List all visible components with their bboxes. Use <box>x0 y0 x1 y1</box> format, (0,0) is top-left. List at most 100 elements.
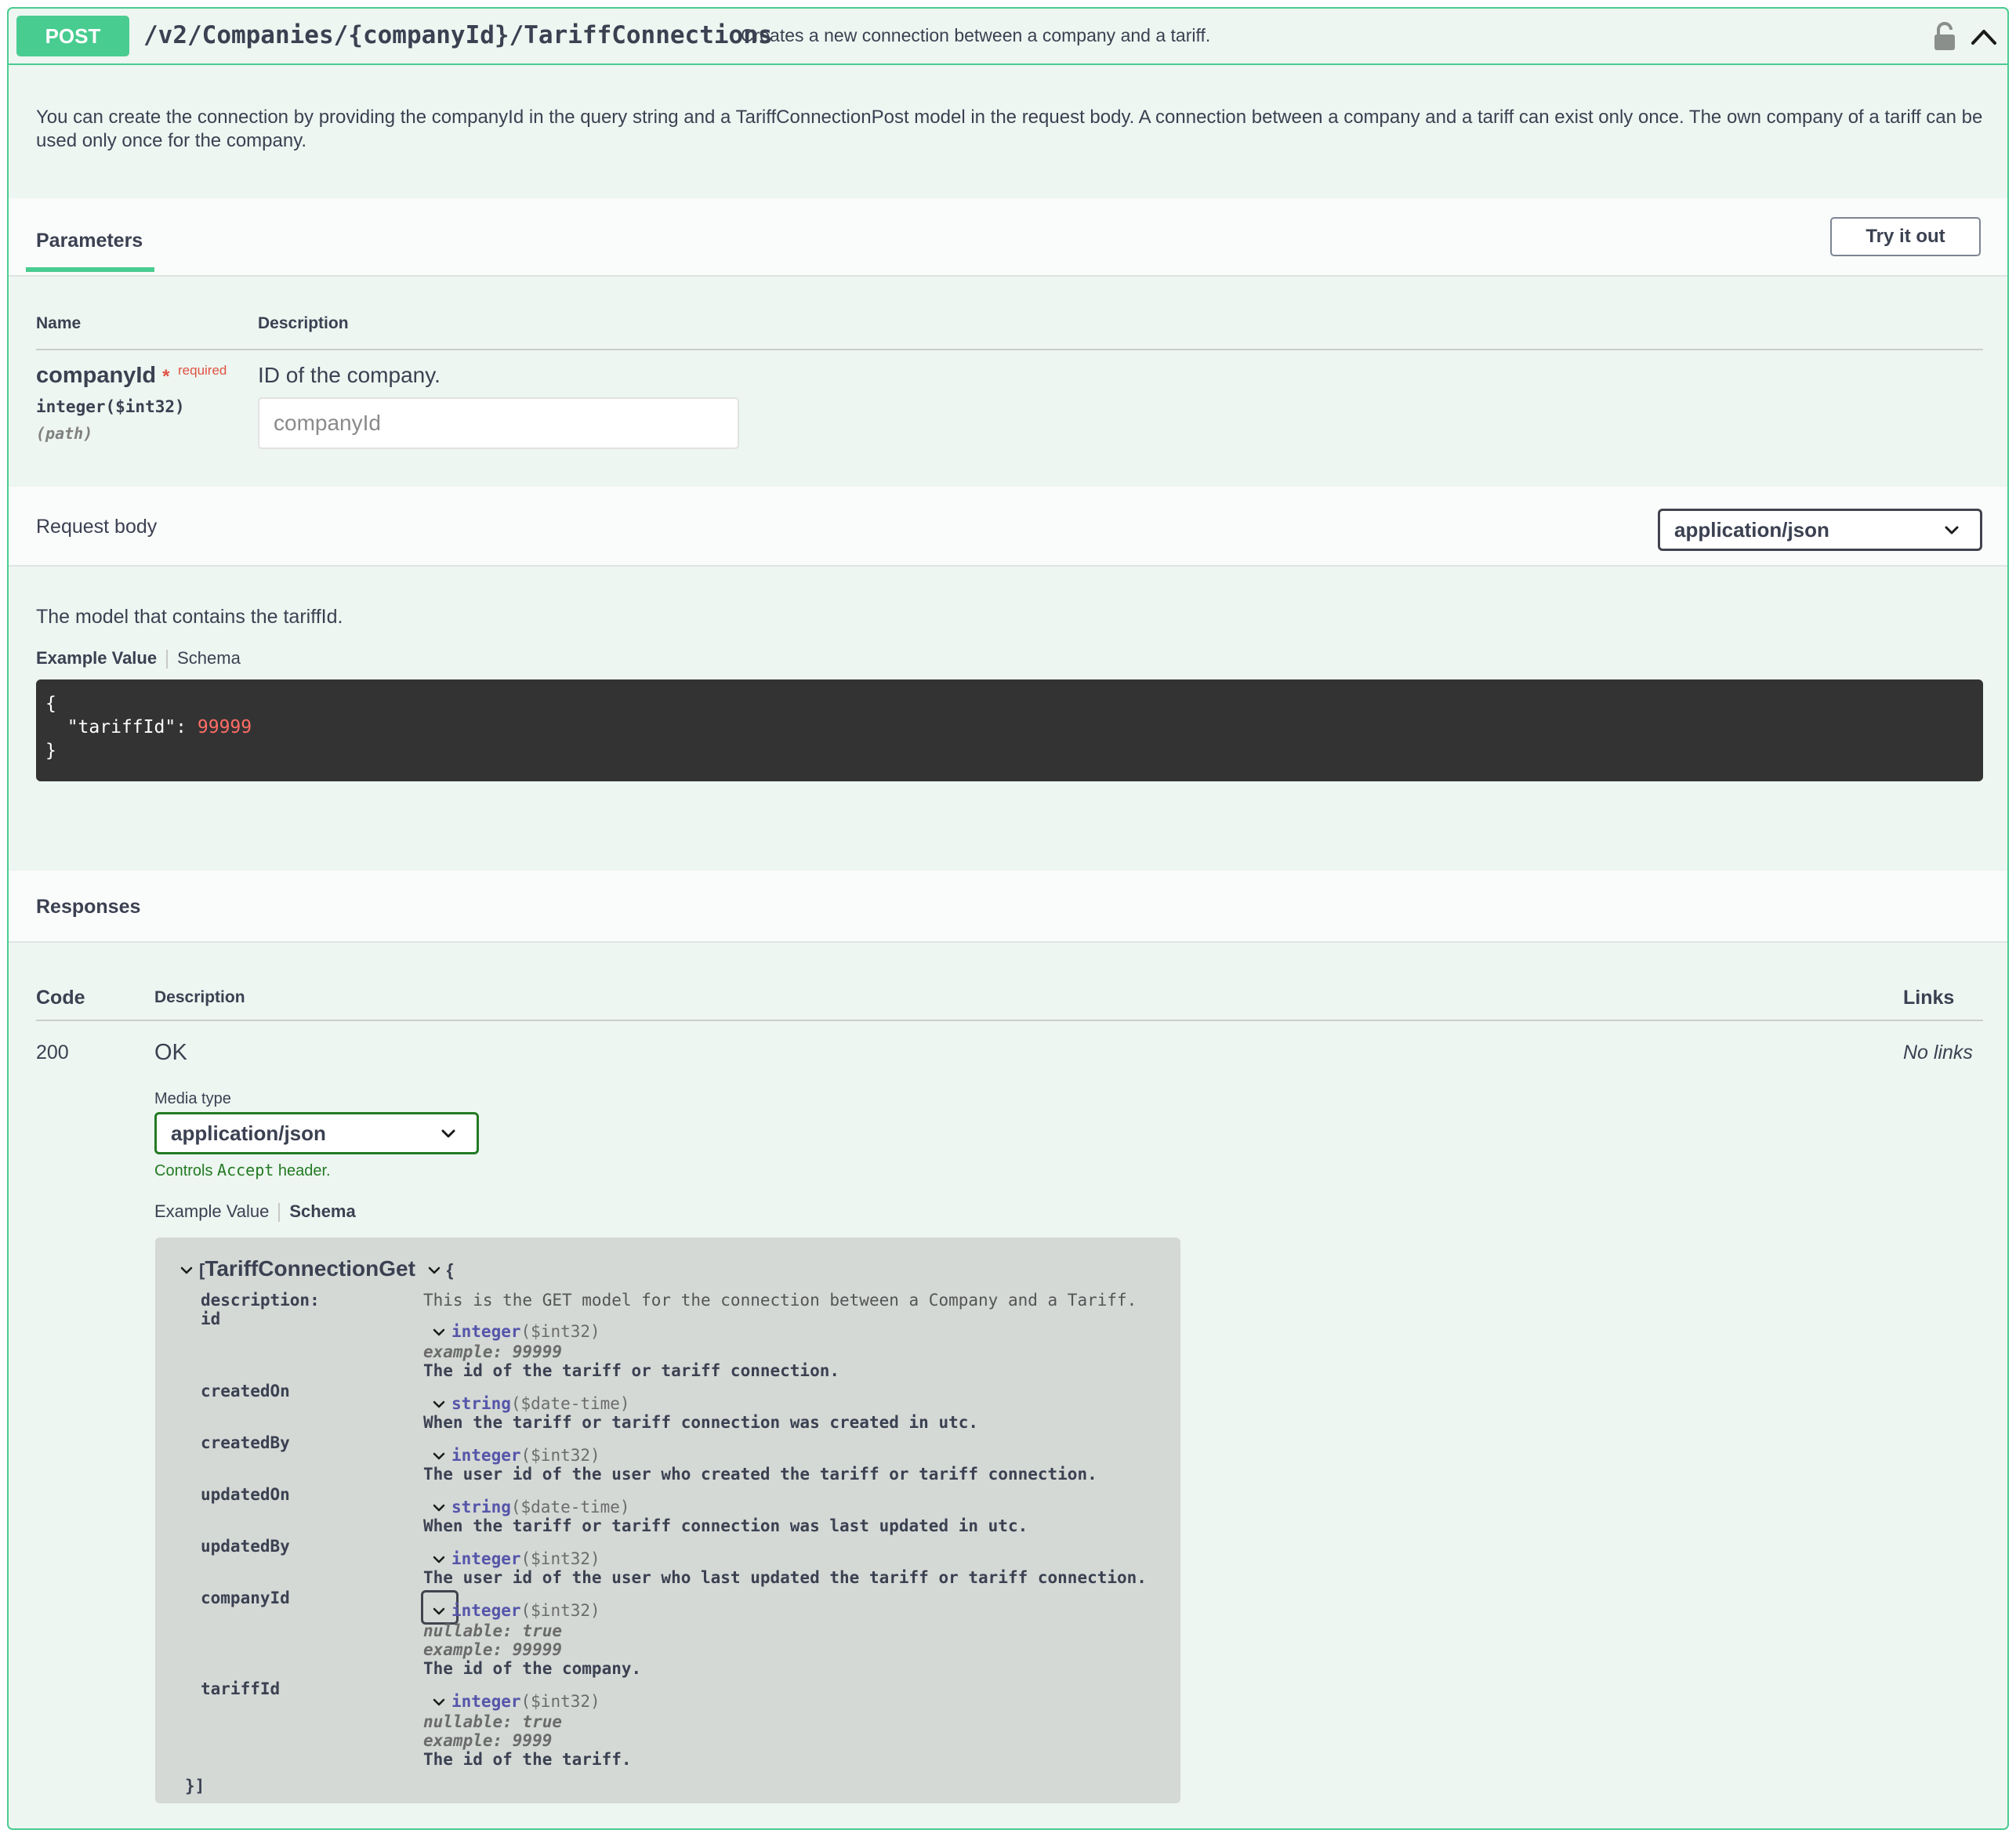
operation-summary[interactable]: POST /v2/Companies/{companyId}/TariffCon… <box>9 9 2007 65</box>
endpoint-summary: Creates a new connection between a compa… <box>741 25 1211 45</box>
request-content-type-value: application/json <box>1674 518 1829 542</box>
controls-pre: Controls <box>154 1162 218 1179</box>
prop-updatedon-type[interactable]: string($date-time) <box>431 1498 630 1516</box>
param-type: integer($int32) <box>36 397 185 416</box>
prop-updatedby-type[interactable]: integer($int32) <box>431 1549 600 1568</box>
parameters-tab[interactable]: Parameters <box>36 230 143 252</box>
prop-id-type[interactable]: integer($int32) <box>431 1322 600 1341</box>
example-code-block: { "tariffId": 99999 } <box>36 679 1983 781</box>
model-description-label: description: <box>201 1291 320 1310</box>
chevron-down-icon[interactable] <box>426 1263 442 1278</box>
request-body-description: The model that contains the tariffId. <box>36 606 343 628</box>
prop-updatedby-name: updatedBy <box>201 1537 290 1556</box>
schema-model-box: [TariffConnectionGet { description: This… <box>155 1237 1180 1803</box>
endpoint-path: /v2/Companies/{companyId}/TariffConnecti… <box>143 21 773 49</box>
param-name-text: companyId <box>36 363 157 388</box>
response-example-tabs: Example Value Schema <box>154 1201 356 1223</box>
tab-separator <box>278 1203 281 1223</box>
prop-companyid-format: ($int32) <box>520 1601 600 1620</box>
prop-companyid-type[interactable]: integer($int32) <box>431 1601 600 1620</box>
parameters-tab-underline <box>26 267 154 272</box>
prop-createdon-type-name: string <box>451 1394 511 1413</box>
model-brace: { <box>446 1260 454 1280</box>
model-title[interactable]: [TariffConnectionGet { <box>179 1256 453 1281</box>
prop-companyid-name: companyId <box>201 1589 290 1607</box>
prop-tariffid-desc: The id of the tariff. <box>423 1750 632 1769</box>
param-location: (path) <box>36 424 93 443</box>
chevron-up-icon[interactable] <box>1968 21 2000 53</box>
endpoint-description: You can create the connection by providi… <box>36 107 1983 151</box>
prop-createdby-type[interactable]: integer($int32) <box>431 1446 600 1465</box>
code-key: "tariffId": <box>67 717 198 737</box>
prop-createdby-type-name: integer <box>451 1446 521 1465</box>
chevron-down-icon[interactable] <box>431 1324 447 1340</box>
example-value-tab[interactable]: Example Value <box>36 648 157 668</box>
chevron-down-icon[interactable] <box>179 1263 194 1278</box>
response-code: 200 <box>36 1042 69 1063</box>
request-body-header: Request body application/json <box>9 487 2007 567</box>
prop-updatedon-type-name: string <box>451 1498 511 1516</box>
prop-updatedon-name: updatedOn <box>201 1485 290 1504</box>
param-name: companyId * <box>36 363 170 389</box>
param-description: ID of the company. <box>258 363 441 387</box>
prop-id-desc: The id of the tariff or tariff connectio… <box>423 1361 840 1380</box>
chevron-down-icon[interactable] <box>431 1603 447 1619</box>
chevron-down-icon <box>441 1129 455 1138</box>
chevron-down-icon <box>1945 526 1959 534</box>
prop-createdby-desc: The user id of the user who created the … <box>423 1465 1097 1484</box>
response-desc: OK <box>154 1040 187 1065</box>
parameters-header: Parameters Try it out <box>9 198 2007 277</box>
prop-createdon-desc: When the tariff or tariff connection was… <box>423 1413 979 1432</box>
prop-updatedon-format: ($date-time) <box>510 1498 630 1516</box>
chevron-down-icon[interactable] <box>431 1397 447 1412</box>
lock-icon[interactable] <box>1931 21 1959 53</box>
method-badge: POST <box>16 16 129 56</box>
prop-createdon-format: ($date-time) <box>510 1394 630 1413</box>
schema-tab[interactable]: Schema <box>177 648 241 668</box>
response-col-description: Description <box>154 988 245 1006</box>
controls-code: Accept <box>217 1161 274 1179</box>
post-operation-block: POST /v2/Companies/{companyId}/TariffCon… <box>7 7 2009 1830</box>
response-col-code: Code <box>36 987 85 1009</box>
chevron-down-icon[interactable] <box>431 1500 447 1516</box>
prop-companyid-desc: The id of the company. <box>423 1659 642 1678</box>
try-it-out-button[interactable]: Try it out <box>1830 217 1981 256</box>
media-type-label: Media type <box>154 1090 231 1107</box>
response-media-type-value: application/json <box>171 1121 326 1145</box>
chevron-down-icon[interactable] <box>431 1552 447 1567</box>
prop-updatedby-type-name: integer <box>451 1549 521 1568</box>
prop-tariffid-name: tariffId <box>201 1679 281 1698</box>
request-content-type-select[interactable]: application/json <box>1658 509 1982 551</box>
prop-createdon-name: createdOn <box>201 1382 290 1400</box>
request-body-label: Request body <box>36 516 158 538</box>
responses-title: Responses <box>36 896 141 918</box>
param-col-description: Description <box>258 314 349 332</box>
controls-post: header. <box>274 1162 331 1179</box>
prop-tariffid-type[interactable]: integer($int32) <box>431 1692 600 1711</box>
prop-id-format: ($int32) <box>520 1322 600 1341</box>
prop-updatedby-format: ($int32) <box>520 1549 600 1568</box>
required-star: * <box>162 366 170 387</box>
model-close: }] <box>185 1777 205 1795</box>
required-label: required <box>178 363 227 378</box>
model-description: This is the GET model for the connection… <box>423 1291 1137 1310</box>
response-schema-tab[interactable]: Schema <box>289 1201 355 1221</box>
response-media-type-select[interactable]: application/json <box>154 1112 479 1154</box>
model-name: TariffConnectionGet <box>205 1256 415 1281</box>
param-divider <box>36 349 1983 350</box>
companyid-input[interactable]: companyId <box>258 397 739 449</box>
code-value: 99999 <box>197 717 252 737</box>
chevron-down-icon[interactable] <box>431 1694 447 1710</box>
prop-createdby-format: ($int32) <box>520 1446 600 1465</box>
prop-id-example: example: 99999 <box>423 1342 563 1361</box>
prop-tariffid-example: example: 9999 <box>423 1731 553 1750</box>
prop-tariffid-type-name: integer <box>451 1692 521 1711</box>
prop-companyid-example: example: 99999 <box>423 1640 563 1659</box>
response-divider <box>36 1020 1983 1021</box>
code-open-brace: { <box>45 694 56 714</box>
chevron-down-icon[interactable] <box>431 1448 447 1464</box>
responses-header: Responses <box>9 871 2007 943</box>
prop-createdon-type[interactable]: string($date-time) <box>431 1394 630 1413</box>
response-example-value-tab[interactable]: Example Value <box>154 1201 269 1221</box>
prop-tariffid-nullable: nullable: true <box>423 1712 563 1731</box>
